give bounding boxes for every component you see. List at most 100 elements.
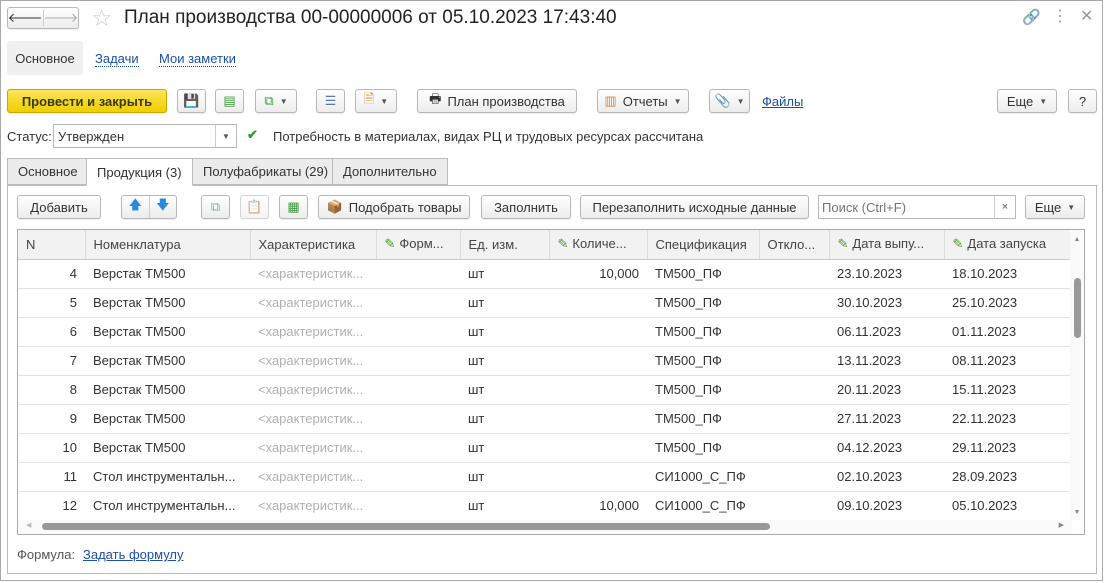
table-cell[interactable]: 8 xyxy=(18,375,85,405)
link-icon[interactable]: 🔗 xyxy=(1022,8,1041,26)
table-cell[interactable]: ТМ500_ПФ xyxy=(647,317,759,347)
star-icon[interactable]: ☆ xyxy=(91,4,113,33)
table-cell[interactable] xyxy=(759,462,829,492)
table-cell[interactable]: 11 xyxy=(18,462,85,492)
table-cell[interactable]: ТМ500_ПФ xyxy=(647,433,759,463)
table-cell[interactable] xyxy=(759,404,829,434)
post-and-close-button[interactable]: Провести и закрыть xyxy=(7,89,167,113)
pick-goods-button[interactable]: 📦 Подобрать товары xyxy=(318,195,470,219)
table-cell[interactable]: 05.10.2023 xyxy=(944,491,1072,521)
table-cell[interactable]: Верстак ТМ500 xyxy=(85,375,250,405)
table-cell[interactable] xyxy=(759,346,829,376)
table-cell[interactable] xyxy=(759,433,829,463)
reports-button[interactable]: ▥ Отчеты ▼ xyxy=(597,89,689,113)
table-cell[interactable]: <характеристик... xyxy=(250,491,376,521)
close-icon[interactable]: ✕ xyxy=(1080,6,1093,26)
column-header[interactable]: ✎ Форм... xyxy=(376,230,461,260)
table-cell[interactable]: 10,000 xyxy=(549,491,647,521)
copy-button[interactable]: ⧉ xyxy=(201,195,230,219)
column-header[interactable]: Спецификация xyxy=(647,230,760,260)
table-cell[interactable]: шт xyxy=(460,259,549,289)
column-header[interactable]: Ед. изм. xyxy=(460,230,550,260)
table-cell[interactable]: ТМ500_ПФ xyxy=(647,404,759,434)
table-cell[interactable]: 27.11.2023 xyxy=(829,404,944,434)
tab-additional[interactable]: Дополнительно xyxy=(332,158,448,185)
table-row[interactable]: 8 Верстак ТМ500 <характеристик... шт ТМ500_П… xyxy=(18,375,1072,405)
table-cell[interactable]: 02.10.2023 xyxy=(829,462,944,492)
table-cell[interactable]: 15.11.2023 xyxy=(944,375,1072,405)
table-cell[interactable]: Стол инструментальн... xyxy=(85,462,250,492)
nav-notes[interactable]: Мои заметки xyxy=(159,51,236,67)
table-cell[interactable]: Стол инструментальн... xyxy=(85,491,250,521)
column-header[interactable]: ✎ Количе... xyxy=(549,230,648,260)
table-cell[interactable] xyxy=(376,288,460,318)
save-button[interactable]: 💾 xyxy=(177,89,206,113)
table-cell[interactable]: 20.11.2023 xyxy=(829,375,944,405)
table-cell[interactable] xyxy=(376,346,460,376)
column-header[interactable]: ✎ Дата выпу... xyxy=(829,230,945,260)
set-formula-link[interactable]: Задать формулу xyxy=(83,547,184,562)
table-cell[interactable]: Верстак ТМ500 xyxy=(85,317,250,347)
table-cell[interactable]: шт xyxy=(460,433,549,463)
arrow-down-icon[interactable]: 🡇 xyxy=(150,196,177,218)
tab-semifinished[interactable]: Полуфабрикаты (29) xyxy=(192,158,340,185)
table-cell[interactable]: шт xyxy=(460,462,549,492)
table-cell[interactable]: <характеристик... xyxy=(250,317,376,347)
table-cell[interactable] xyxy=(376,491,460,521)
table-cell[interactable]: 22.11.2023 xyxy=(944,404,1072,434)
table-cell[interactable]: ТМ500_ПФ xyxy=(647,375,759,405)
table-cell[interactable]: 30.10.2023 xyxy=(829,288,944,318)
table-cell[interactable]: ТМ500_ПФ xyxy=(647,288,759,318)
table-row[interactable]: 12 Стол инструментальн... <характеристик..… xyxy=(18,491,1072,521)
tab-main[interactable]: Основное xyxy=(7,158,89,185)
add-button[interactable]: Добавить xyxy=(17,195,101,219)
clear-search-icon[interactable]: × xyxy=(994,196,1015,218)
table-cell[interactable]: СИ1000_С_ПФ xyxy=(647,462,759,492)
table-cell[interactable]: 10 xyxy=(18,433,85,463)
table-cell[interactable]: 9 xyxy=(18,404,85,434)
attach-button[interactable]: 📎 ▼ xyxy=(709,89,750,113)
table-cell[interactable]: 18.10.2023 xyxy=(944,259,1072,289)
nav-tasks[interactable]: Задачи xyxy=(95,51,139,67)
arrow-up-icon[interactable]: 🡅 xyxy=(122,196,150,218)
table-cell[interactable] xyxy=(549,288,647,318)
table-cell[interactable]: Верстак ТМ500 xyxy=(85,288,250,318)
table-cell[interactable]: 23.10.2023 xyxy=(829,259,944,289)
table-cell[interactable] xyxy=(759,375,829,405)
fill-button[interactable]: Заполнить xyxy=(481,195,571,219)
table-cell[interactable]: 13.11.2023 xyxy=(829,346,944,376)
back-arrow-icon[interactable]: 🡐 xyxy=(8,10,44,26)
table-row[interactable]: 7 Верстак ТМ500 <характеристик... шт ТМ500_П… xyxy=(18,346,1072,376)
table-cell[interactable]: ТМ500_ПФ xyxy=(647,346,759,376)
table-cell[interactable]: 10,000 xyxy=(549,259,647,289)
table-cell[interactable]: 04.12.2023 xyxy=(829,433,944,463)
table-cell[interactable]: 28.09.2023 xyxy=(944,462,1072,492)
help-button[interactable]: ? xyxy=(1068,89,1097,113)
more-icon[interactable]: ⋮ xyxy=(1052,6,1068,26)
nav-main[interactable]: Основное xyxy=(7,41,83,75)
table-cell[interactable]: шт xyxy=(460,375,549,405)
table-cell[interactable] xyxy=(759,288,829,318)
table-cell[interactable]: Верстак ТМ500 xyxy=(85,346,250,376)
table-cell[interactable] xyxy=(549,433,647,463)
table-row[interactable]: 11 Стол инструментальн... <характеристик..… xyxy=(18,462,1072,492)
tab-products[interactable]: Продукция (3) xyxy=(86,158,193,186)
column-header[interactable]: Номенклатура xyxy=(85,230,251,260)
table-cell[interactable]: 7 xyxy=(18,346,85,376)
table-cell[interactable] xyxy=(376,462,460,492)
horizontal-scrollbar[interactable]: ◀ ▶ xyxy=(18,520,1072,534)
table-row[interactable]: 4 Верстак ТМ500 <характеристик... шт 10,000 Т… xyxy=(18,259,1072,289)
table-row[interactable]: 5 Верстак ТМ500 <характеристик... шт ТМ500_П… xyxy=(18,288,1072,318)
column-header[interactable]: N xyxy=(18,230,86,260)
table-cell[interactable]: <характеристик... xyxy=(250,404,376,434)
table-cell[interactable]: 25.10.2023 xyxy=(944,288,1072,318)
table-cell[interactable] xyxy=(549,317,647,347)
table-row[interactable]: 10 Верстак ТМ500 <характеристик... шт ТМ500_… xyxy=(18,433,1072,463)
table-cell[interactable]: Верстак ТМ500 xyxy=(85,404,250,434)
table-cell[interactable] xyxy=(549,462,647,492)
table-cell[interactable]: <характеристик... xyxy=(250,346,376,376)
forward-arrow-icon[interactable]: 🡒 xyxy=(44,10,79,26)
table-more-button[interactable]: Еще ▼ xyxy=(1025,195,1085,219)
column-header[interactable]: Характеристика xyxy=(250,230,377,260)
table-cell[interactable]: шт xyxy=(460,288,549,318)
